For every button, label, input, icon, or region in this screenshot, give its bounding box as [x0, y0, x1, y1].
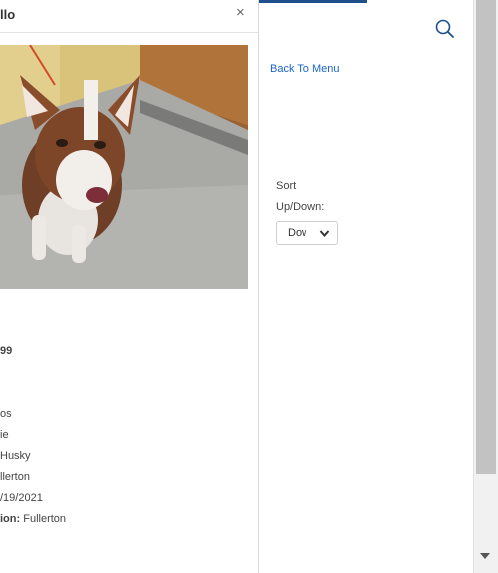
- detail-location: llerton: [0, 471, 30, 483]
- pet-detail-modal: llo × 99 os ie Husky llerton /19/2021 io…: [0, 0, 258, 573]
- sort-label-line: Up/Down:: [276, 201, 325, 213]
- sort-label-line: Sort: [276, 180, 297, 192]
- back-to-menu-link[interactable]: Back To Menu: [270, 63, 340, 75]
- side-panel: Back To Menu Sort Up/Down: Down: [259, 0, 473, 573]
- detail-line: os: [0, 408, 12, 420]
- chevron-down-icon: [319, 230, 330, 238]
- detail-id: 99: [0, 345, 13, 357]
- scrollbar-thumb[interactable]: [476, 0, 496, 474]
- sort-label: Sort Up/Down:: [276, 176, 324, 218]
- detail-breed: Husky: [0, 450, 31, 462]
- detail-date: /19/2021: [0, 492, 43, 504]
- detail-value: Fullerton: [20, 513, 67, 525]
- scroll-down-arrow[interactable]: [480, 553, 490, 559]
- sort-select-value: Down: [288, 227, 306, 239]
- close-icon[interactable]: ×: [236, 5, 250, 21]
- active-tab-indicator: [259, 0, 367, 3]
- scrollbar[interactable]: [473, 0, 498, 573]
- modal-header: llo ×: [0, 0, 258, 33]
- search-icon[interactable]: [434, 18, 456, 40]
- detail-found-location: ion: Fullerton: [0, 513, 66, 525]
- pet-photo: [0, 45, 248, 289]
- detail-line: ie: [0, 429, 9, 441]
- sort-direction-select[interactable]: Down: [276, 221, 338, 245]
- modal-title: llo: [0, 7, 16, 22]
- detail-label: ion:: [0, 513, 21, 525]
